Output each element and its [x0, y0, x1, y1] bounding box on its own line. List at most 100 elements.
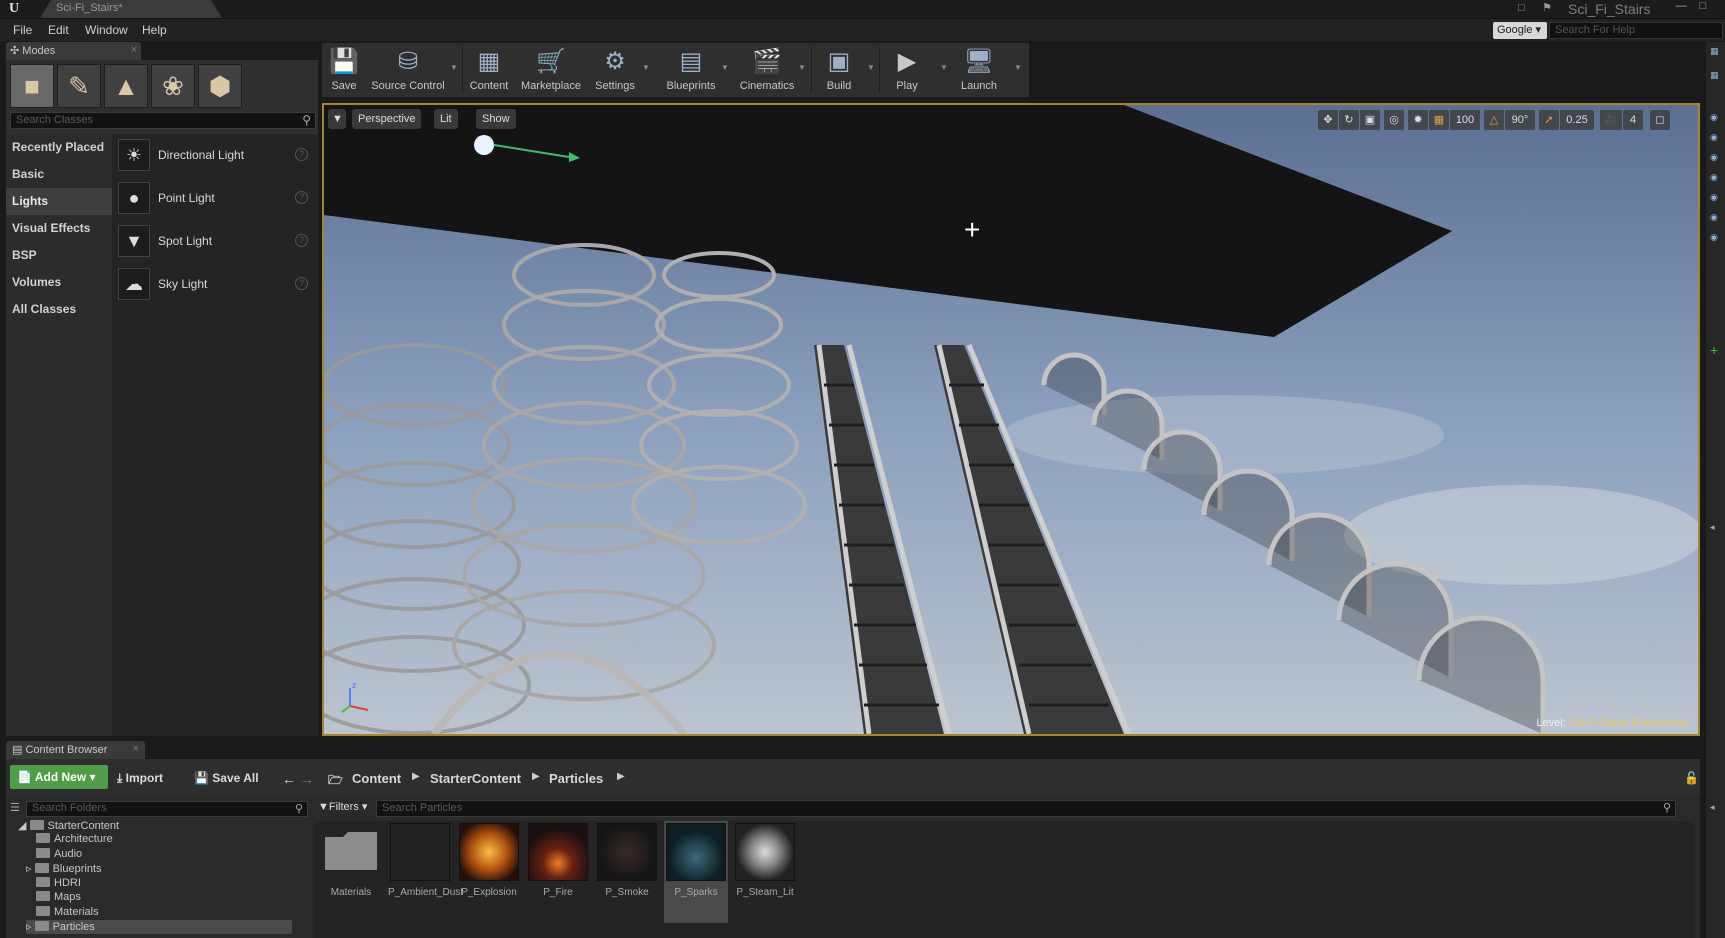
settings-button[interactable]: ⚙ Settings: [590, 43, 640, 97]
asset-tile-materials[interactable]: Materials: [319, 821, 383, 923]
eye-icon[interactable]: ◉: [1710, 132, 1722, 144]
breadcrumb-startercontent[interactable]: StarterContent: [430, 771, 521, 786]
asset-tile-p-smoke[interactable]: P_Smoke: [595, 821, 659, 923]
category-visual-effects[interactable]: Visual Effects: [6, 215, 112, 242]
modes-tab[interactable]: ✣ Modes ×: [6, 42, 141, 60]
chat-icon[interactable]: □: [1518, 2, 1525, 14]
search-icon[interactable]: ⚲: [302, 113, 311, 127]
foliage-mode-icon[interactable]: ❀: [151, 64, 195, 108]
minimize-icon[interactable]: —: [1672, 0, 1690, 14]
surface-snap-icon[interactable]: ✸: [1408, 110, 1428, 130]
rotate-icon[interactable]: ↻: [1339, 110, 1359, 130]
class-item-sky-light[interactable]: ☁ Sky Light ?: [112, 264, 318, 304]
breadcrumb-content[interactable]: Content: [352, 771, 401, 786]
translate-icon[interactable]: ✥: [1318, 110, 1338, 130]
add-new-button[interactable]: 📄 Add New ▾: [10, 765, 108, 789]
eye-icon[interactable]: ◉: [1710, 232, 1722, 244]
tree-item-hdri[interactable]: HDRI: [36, 877, 298, 891]
category-bsp[interactable]: BSP: [6, 242, 112, 269]
lit-button[interactable]: Lit: [434, 109, 458, 129]
dropdown-arrow-icon[interactable]: ▼: [721, 63, 729, 72]
panel-icon[interactable]: ▦: [1710, 46, 1722, 58]
perspective-button[interactable]: Perspective: [352, 109, 422, 129]
tree-item-materials[interactable]: Materials: [36, 906, 298, 920]
dropdown-arrow-icon[interactable]: ▼: [1014, 63, 1022, 72]
category-volumes[interactable]: Volumes: [6, 269, 112, 296]
tree-item-blueprints[interactable]: ▹ Blueprints: [26, 862, 298, 876]
dropdown-arrow-icon[interactable]: ▼: [940, 63, 948, 72]
dropdown-arrow-icon[interactable]: ▼: [798, 63, 806, 72]
search-icon[interactable]: ⚲: [295, 802, 303, 815]
save-button[interactable]: 💾 Save: [322, 43, 366, 97]
maximize-icon[interactable]: □: [1694, 0, 1712, 14]
flag-icon[interactable]: ⚑: [1542, 1, 1552, 14]
asset-tile-p-steam-lit[interactable]: P_Steam_Lit: [733, 821, 797, 923]
search-icon[interactable]: ⚲: [1663, 801, 1671, 814]
category-all-classes[interactable]: All Classes: [6, 296, 112, 323]
expand-arrow-icon[interactable]: ◂: [1710, 522, 1722, 534]
geometry-mode-icon[interactable]: ⬢: [198, 64, 242, 108]
breadcrumb-separator-icon[interactable]: ▶: [532, 771, 540, 782]
help-icon[interactable]: ?: [295, 148, 308, 161]
lock-icon[interactable]: 🔓: [1684, 771, 1699, 785]
category-recently-placed[interactable]: Recently Placed: [6, 134, 112, 161]
search-engine-select[interactable]: Google ▾: [1493, 22, 1547, 39]
eye-icon[interactable]: ◉: [1710, 172, 1722, 184]
grid-snap-icon[interactable]: ▦: [1429, 110, 1449, 130]
place-mode-icon[interactable]: ■: [10, 64, 54, 108]
eye-icon[interactable]: ◉: [1710, 152, 1722, 164]
tree-toggle-icon[interactable]: ☰: [10, 801, 20, 814]
menu-edit[interactable]: Edit: [48, 23, 69, 37]
category-basic[interactable]: Basic: [6, 161, 112, 188]
save-all-button[interactable]: 💾 Save All: [194, 771, 259, 785]
help-icon[interactable]: ?: [295, 277, 308, 290]
help-search-input[interactable]: Search For Help: [1549, 22, 1723, 39]
class-item-spot-light[interactable]: ▼ Spot Light ?: [112, 221, 318, 261]
viewport-options-icon[interactable]: ▼: [328, 109, 346, 129]
camera-speed-value[interactable]: 4: [1623, 110, 1643, 130]
tree-item-startercontent[interactable]: ◢ StarterContent: [18, 819, 298, 833]
tree-item-particles[interactable]: ▹ Particles: [26, 920, 292, 934]
forward-arrow-icon[interactable]: →: [300, 771, 314, 787]
world-local-icon[interactable]: ◎: [1384, 110, 1404, 130]
help-icon[interactable]: ?: [295, 191, 308, 204]
dropdown-arrow-icon[interactable]: ▼: [642, 63, 650, 72]
source-control-button[interactable]: ⛁ Source Control: [368, 43, 448, 97]
document-tab[interactable]: Sci-Fi_Stairs*: [40, 0, 222, 18]
class-item-point-light[interactable]: ● Point Light ?: [112, 178, 318, 218]
build-button[interactable]: ▣ Build: [814, 43, 864, 97]
asset-tile-p-ambient-dust[interactable]: P_Ambient_Dust: [388, 821, 463, 923]
expand-arrow-icon[interactable]: ◂: [1710, 802, 1722, 814]
asset-tile-p-fire[interactable]: P_Fire: [526, 821, 590, 923]
maximize-viewport-icon[interactable]: ◻: [1650, 110, 1670, 130]
class-item-directional-light[interactable]: ☀ Directional Light ?: [112, 135, 318, 175]
blueprints-button[interactable]: ▤ Blueprints: [660, 43, 722, 97]
tree-item-architecture[interactable]: Architecture: [36, 833, 298, 847]
tree-item-audio[interactable]: Audio: [36, 848, 298, 862]
show-button[interactable]: Show: [476, 109, 516, 129]
directional-light-gizmo[interactable]: [474, 135, 494, 155]
rotation-snap-value[interactable]: 90°: [1505, 110, 1535, 130]
scale-snap-icon[interactable]: ➚: [1539, 110, 1559, 130]
paint-mode-icon[interactable]: ✎: [57, 64, 101, 108]
scale-snap-value[interactable]: 0.25: [1560, 110, 1594, 130]
close-icon[interactable]: ×: [133, 743, 139, 755]
camera-speed-icon[interactable]: 🎥: [1600, 110, 1622, 130]
level-viewport[interactable]: ▼ Perspective Lit Show ✥ ↻ ▣ ◎ ✸ ▦ 100 △…: [322, 103, 1700, 736]
dropdown-arrow-icon[interactable]: ▼: [450, 63, 458, 72]
menu-file[interactable]: File: [13, 23, 32, 37]
breadcrumb-particles[interactable]: Particles: [549, 771, 603, 786]
content-button[interactable]: ▦ Content: [464, 43, 514, 97]
breadcrumb-separator-icon[interactable]: ▶: [412, 771, 420, 782]
eye-icon[interactable]: ◉: [1710, 112, 1722, 124]
tree-item-maps[interactable]: Maps: [36, 891, 298, 905]
asset-tile-p-explosion[interactable]: P_Explosion: [457, 821, 521, 923]
play-button[interactable]: ▶ Play: [882, 43, 932, 97]
eye-icon[interactable]: ◉: [1710, 212, 1722, 224]
panel-icon[interactable]: ▦: [1710, 70, 1722, 82]
search-particles-input[interactable]: Search Particles ⚲: [376, 800, 1676, 817]
search-classes-input[interactable]: Search Classes ⚲: [10, 112, 316, 129]
import-button[interactable]: ⤓ Import: [117, 771, 163, 786]
filters-button[interactable]: ▼Filters ▾: [318, 800, 367, 813]
close-icon[interactable]: ×: [131, 44, 137, 56]
